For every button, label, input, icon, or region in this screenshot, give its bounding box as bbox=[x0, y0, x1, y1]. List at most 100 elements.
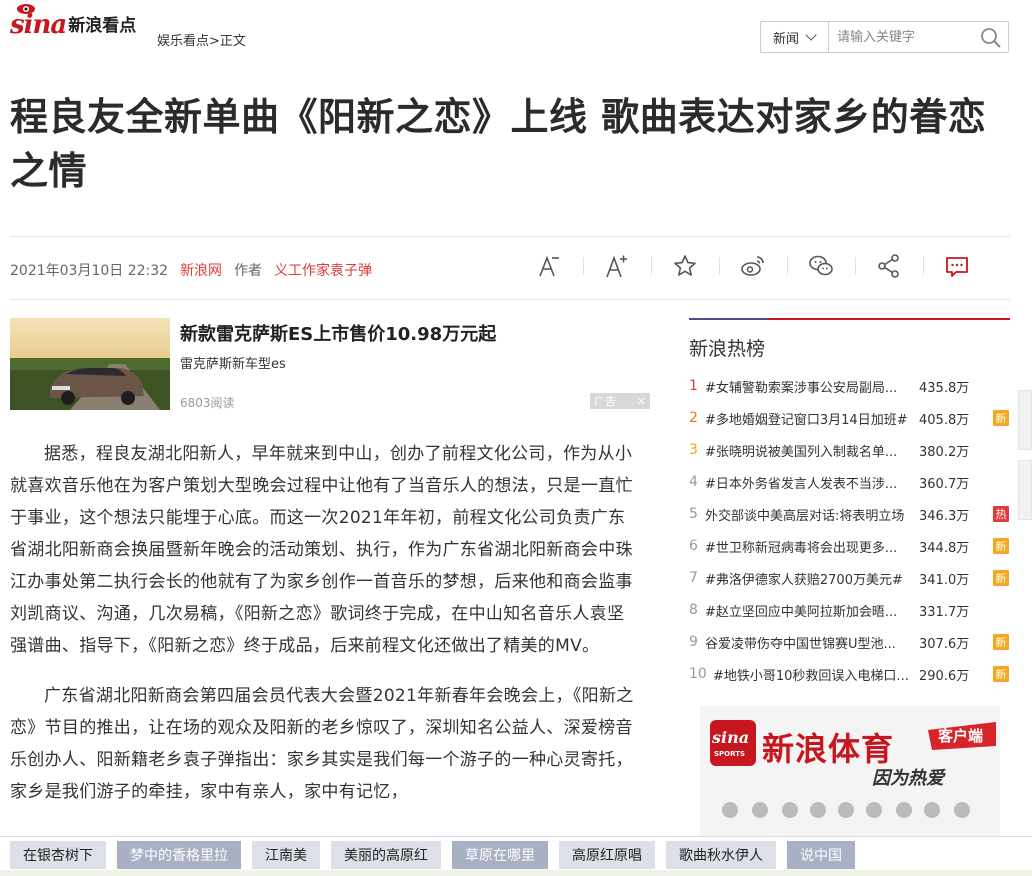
font-decrease-icon bbox=[539, 255, 559, 277]
hot-count: 380.2万 bbox=[919, 444, 970, 460]
search-icon[interactable] bbox=[980, 27, 1002, 49]
ad-subtitle: 雷克萨斯新车型es bbox=[180, 357, 286, 372]
hot-topic[interactable]: 外交部谈中美高层对话:将表明立场 bbox=[705, 505, 919, 524]
hot-topic[interactable]: #赵立坚回应中美阿拉斯加会晤... bbox=[705, 601, 919, 620]
hot-list-item[interactable]: 7 #弗洛伊德家人获赔2700万美元# 341.0万 新 bbox=[689, 562, 1010, 594]
font-increase-button[interactable] bbox=[583, 253, 630, 279]
share-wechat-button[interactable] bbox=[787, 253, 834, 279]
new-badge: 新 bbox=[993, 634, 1009, 650]
hot-rank: 4 bbox=[689, 474, 698, 490]
share-weibo-button[interactable] bbox=[719, 253, 766, 279]
related-tags: 在银杏树下 梦中的香格里拉 江南美 美丽的高原红 草原在哪里 高原红原唱 歌曲秋… bbox=[10, 841, 866, 869]
article-paragraph: 广东省湖北阳新商会第四届会员代表大会暨2021年新春年会晚会上，《阳新之恋》节目… bbox=[10, 686, 634, 802]
article-meta-bar: 2021年03月10日 22:32 新浪网 作者 义工作家袁子弹 bbox=[10, 236, 1010, 300]
toolbar-divider bbox=[855, 257, 856, 275]
hot-topic[interactable]: #张晓明说被美国列入制裁名单... bbox=[705, 441, 919, 460]
hot-list-item[interactable]: 10 #地铁小哥10秒救回误入电梯口... 290.6万 新 bbox=[689, 658, 1010, 690]
breadcrumb: 娱乐看点>正文 bbox=[157, 30, 246, 49]
search-box: 新闻 bbox=[760, 21, 1009, 53]
favorite-button[interactable] bbox=[651, 253, 698, 279]
hot-rank: 5 bbox=[689, 506, 698, 522]
sina-eye-icon bbox=[17, 4, 35, 14]
hot-count: 435.8万 bbox=[919, 380, 970, 396]
hot-count: 360.7万 bbox=[919, 476, 970, 492]
sports-tag: 客户端 bbox=[938, 727, 984, 745]
hot-topic[interactable]: 谷爱凌带伤夺中国世锦赛U型池... bbox=[705, 633, 919, 652]
article-body: 据悉，程良友湖北阳新人，早年就来到中山，创办了前程文化公司，作为从小就喜欢音乐他… bbox=[10, 438, 640, 826]
close-ad-icon[interactable]: ✕ bbox=[637, 395, 646, 408]
hot-list-item[interactable]: 9 谷爱凌带伤夺中国世锦赛U型池... 307.6万 新 bbox=[689, 626, 1010, 658]
ad-label: 广告 bbox=[594, 395, 616, 408]
article-meta: 2021年03月10日 22:32 新浪网 作者 义工作家袁子弹 bbox=[10, 260, 372, 280]
hot-rank: 3 bbox=[689, 442, 698, 458]
hot-count: 290.6万 bbox=[919, 668, 970, 684]
publish-datetime: 2021年03月10日 22:32 bbox=[10, 263, 169, 279]
article-paragraph: 据悉，程良友湖北阳新人，早年就来到中山，创办了前程文化公司，作为从小就喜欢音乐他… bbox=[10, 444, 633, 656]
hot-list-item[interactable]: 2 #多地婚姻登记窗口3月14日加班# 405.8万 新 bbox=[689, 402, 1010, 434]
article-source[interactable]: 新浪网 bbox=[180, 263, 222, 279]
hot-topic[interactable]: #弗洛伊德家人获赔2700万美元# bbox=[705, 569, 919, 588]
related-tag[interactable]: 草原在哪里 bbox=[452, 841, 548, 869]
hot-rank: 1 bbox=[689, 378, 698, 394]
hot-list-item[interactable]: 8 #赵立坚回应中美阿拉斯加会晤... 331.7万 bbox=[689, 594, 1010, 626]
comment-button[interactable] bbox=[923, 253, 970, 279]
related-tag[interactable]: 歌曲秋水伊人 bbox=[666, 841, 776, 869]
related-tag[interactable]: 江南美 bbox=[252, 841, 320, 869]
related-tag[interactable]: 说中国 bbox=[787, 841, 855, 869]
toolbar-divider bbox=[787, 257, 788, 275]
top-header: sina 新浪看点 娱乐看点>正文 新闻 bbox=[0, 0, 1032, 64]
sina-sports-app-ad[interactable]: sina SPORTS 新浪体育 客户端 因为热爱 bbox=[700, 706, 1000, 836]
sidebar-top-rule bbox=[689, 318, 1010, 320]
hot-topic[interactable]: #女辅警勒索案涉事公安局副局... bbox=[705, 377, 919, 396]
hot-list-item[interactable]: 5 外交部谈中美高层对话:将表明立场 346.3万 热 bbox=[689, 498, 1010, 530]
toolbar-divider bbox=[923, 257, 924, 275]
related-tag[interactable]: 美丽的高原红 bbox=[331, 841, 441, 869]
hot-list-item[interactable]: 6 #世卫称新冠病毒将会出现更多... 344.8万 新 bbox=[689, 530, 1010, 562]
bottom-strip bbox=[0, 870, 1032, 876]
hot-topic[interactable]: #地铁小哥10秒救回误入电梯口... bbox=[713, 665, 919, 684]
sina-kandian-logo[interactable]: sina 新浪看点 bbox=[10, 4, 136, 38]
ad-read-count: 6803阅读 bbox=[180, 396, 235, 410]
hot-count: 346.3万 bbox=[919, 508, 970, 524]
sidebar-title: 新浪热榜 bbox=[689, 338, 766, 360]
article-toolbar bbox=[536, 253, 970, 279]
hot-topic[interactable]: #多地婚姻登记窗口3月14日加班# bbox=[705, 409, 919, 428]
ad-title[interactable]: 新款雷克萨斯ES上市售价10.98万元起 bbox=[180, 320, 496, 346]
right-float-tab[interactable] bbox=[1018, 460, 1032, 520]
new-badge: 新 bbox=[993, 538, 1009, 554]
hot-list-item[interactable]: 4 #日本外务省发言人发表不当涉... 360.7万 bbox=[689, 466, 1010, 498]
sports-logo-sub: SPORTS bbox=[714, 750, 746, 758]
car-photo bbox=[10, 318, 170, 410]
share-icon bbox=[878, 254, 899, 278]
toolbar-divider bbox=[651, 257, 652, 275]
related-tag[interactable]: 高原红原唱 bbox=[559, 841, 655, 869]
font-decrease-button[interactable] bbox=[536, 253, 562, 279]
hot-rank: 10 bbox=[689, 666, 707, 682]
wechat-icon bbox=[809, 255, 833, 276]
sponsored-ad-card[interactable]: 新款雷克萨斯ES上市售价10.98万元起 雷克萨斯新车型es 6803阅读 广告… bbox=[10, 318, 650, 410]
car-ad-image[interactable] bbox=[10, 318, 170, 410]
weibo-icon bbox=[741, 256, 764, 276]
share-button[interactable] bbox=[855, 253, 902, 279]
hot-badge: 热 bbox=[993, 506, 1009, 522]
new-badge: 新 bbox=[993, 410, 1009, 426]
hot-list-item[interactable]: 1 #女辅警勒索案涉事公安局副局... 435.8万 bbox=[689, 370, 1010, 402]
hot-list-item[interactable]: 3 #张晓明说被美国列入制裁名单... 380.2万 bbox=[689, 434, 1010, 466]
search-category-select[interactable]: 新闻 bbox=[761, 22, 829, 52]
comment-icon bbox=[946, 257, 968, 277]
sports-slogan: 因为热爱 bbox=[872, 768, 944, 789]
hot-topic[interactable]: #世卫称新冠病毒将会出现更多... bbox=[705, 537, 919, 556]
hot-rank: 8 bbox=[689, 602, 698, 618]
hot-rank: 9 bbox=[689, 634, 698, 650]
breadcrumb-separator: > bbox=[209, 34, 220, 49]
new-badge: 新 bbox=[993, 666, 1009, 682]
hot-count: 405.8万 bbox=[919, 412, 970, 428]
related-tag[interactable]: 在银杏树下 bbox=[10, 841, 106, 869]
search-input[interactable] bbox=[829, 23, 969, 51]
related-tag[interactable]: 梦中的香格里拉 bbox=[117, 841, 241, 869]
article-author[interactable]: 义工作家袁子弹 bbox=[274, 263, 372, 279]
hot-topic[interactable]: #日本外务省发言人发表不当涉... bbox=[705, 473, 919, 492]
hot-count: 307.6万 bbox=[919, 636, 970, 652]
right-float-tab[interactable] bbox=[1018, 390, 1032, 450]
breadcrumb-section[interactable]: 娱乐看点 bbox=[157, 34, 209, 49]
